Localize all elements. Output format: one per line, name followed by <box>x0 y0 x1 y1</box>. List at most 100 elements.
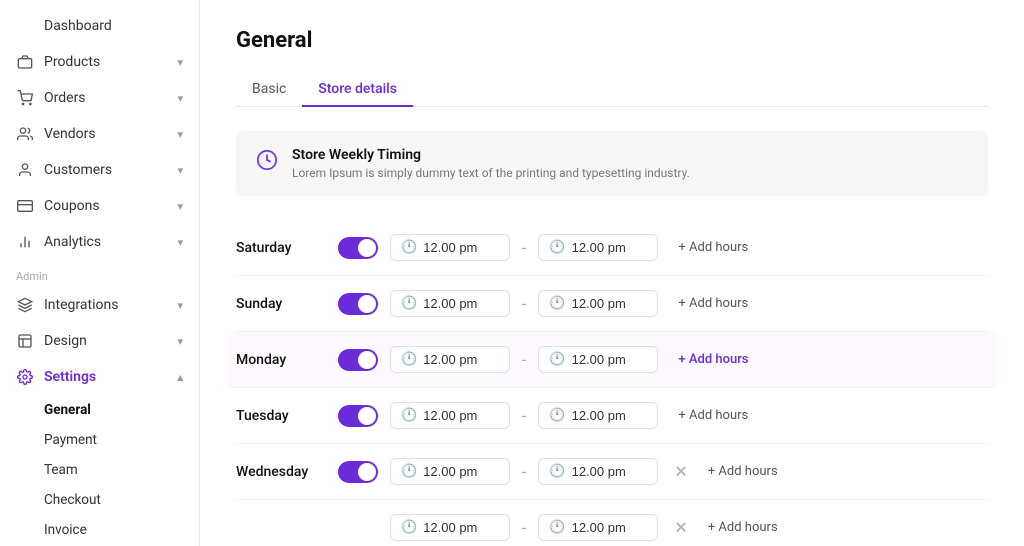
add-hours-monday[interactable]: + Add hours <box>678 352 748 367</box>
clock-icon: 🕛 <box>549 464 565 479</box>
clock-icon: 🕛 <box>401 352 417 367</box>
sidebar-item-label: Settings <box>44 369 96 385</box>
time-separator: - <box>522 350 526 369</box>
sidebar-item-products[interactable]: Products ▾ <box>0 44 199 80</box>
time-input-end[interactable] <box>572 352 632 367</box>
time-input-end[interactable] <box>572 520 632 535</box>
time-end-sunday-0[interactable]: 🕛 <box>538 290 658 317</box>
add-hours-tuesday[interactable]: + Add hours <box>678 408 748 423</box>
tab-basic[interactable]: Basic <box>236 73 302 107</box>
clock-icon: 🕛 <box>401 520 417 535</box>
time-start-sunday-0[interactable]: 🕛 <box>390 290 510 317</box>
analytics-icon <box>16 233 34 251</box>
sidebar-item-design[interactable]: Design ▾ <box>0 323 199 359</box>
sidebar-sub-payment[interactable]: Payment <box>0 425 199 455</box>
add-hours-sunday[interactable]: + Add hours <box>678 296 748 311</box>
sidebar-sub-general[interactable]: General <box>0 395 199 425</box>
tab-bar: Basic Store details <box>236 73 988 107</box>
sidebar-item-label: Dashboard <box>44 18 112 34</box>
time-input-end[interactable] <box>572 408 632 423</box>
time-start-wednesday-1[interactable]: 🕛 <box>390 514 510 541</box>
orders-icon <box>16 89 34 107</box>
chevron-down-icon: ▾ <box>177 335 183 348</box>
time-separator: - <box>522 462 526 481</box>
time-input-end[interactable] <box>572 464 632 479</box>
integrations-icon <box>16 296 34 314</box>
clock-card-icon <box>256 149 278 171</box>
toggle-wednesday[interactable] <box>338 461 378 483</box>
sidebar-sub-checkout[interactable]: Checkout <box>0 485 199 515</box>
toggle-tuesday[interactable] <box>338 405 378 427</box>
time-end-tuesday-0[interactable]: 🕛 <box>538 402 658 429</box>
products-icon <box>16 53 34 71</box>
toggle-sunday[interactable] <box>338 293 378 315</box>
remove-slot-wednesday-0[interactable]: ✕ <box>674 462 687 481</box>
schedule-row-saturday: Saturday 🕛 - 🕛 + Add hours <box>236 220 988 276</box>
time-start-monday-0[interactable]: 🕛 <box>390 346 510 373</box>
schedule-row-sunday: Sunday 🕛 - 🕛 + Add hours <box>236 276 988 332</box>
time-input-start[interactable] <box>423 352 483 367</box>
sidebar-item-label: Vendors <box>44 126 96 142</box>
time-input-start[interactable] <box>423 408 483 423</box>
time-input-end[interactable] <box>572 240 632 255</box>
toggle-saturday[interactable] <box>338 237 378 259</box>
sidebar-item-coupons[interactable]: Coupons ▾ <box>0 188 199 224</box>
schedule-table: Saturday 🕛 - 🕛 + Add hours Sunday 🕛 - <box>236 220 988 546</box>
clock-icon: 🕛 <box>549 296 565 311</box>
time-input-end[interactable] <box>572 296 632 311</box>
time-input-start[interactable] <box>423 464 483 479</box>
sidebar-item-integrations[interactable]: Integrations ▾ <box>0 287 199 323</box>
add-hours-saturday[interactable]: + Add hours <box>678 240 748 255</box>
toggle-monday[interactable] <box>338 349 378 371</box>
page-title: General <box>236 28 988 53</box>
time-start-tuesday-0[interactable]: 🕛 <box>390 402 510 429</box>
sub-item-label: Team <box>44 462 78 478</box>
sidebar-sub-invoice[interactable]: Invoice <box>0 515 199 545</box>
time-input-start[interactable] <box>423 296 483 311</box>
sidebar-sub-team[interactable]: Team <box>0 455 199 485</box>
time-start-saturday-0[interactable]: 🕛 <box>390 234 510 261</box>
time-separator: - <box>522 238 526 257</box>
settings-icon <box>16 368 34 386</box>
time-end-wednesday-1[interactable]: 🕛 <box>538 514 658 541</box>
day-label-wednesday: Wednesday <box>236 464 326 480</box>
sidebar-item-analytics[interactable]: Analytics ▾ <box>0 224 199 260</box>
time-start-wednesday-0[interactable]: 🕛 <box>390 458 510 485</box>
add-hours-wednesday[interactable]: + Add hours <box>708 464 778 479</box>
add-hours-wednesday-2[interactable]: + Add hours <box>708 520 778 535</box>
chevron-down-icon: ▾ <box>177 299 183 312</box>
remove-slot-wednesday-1[interactable]: ✕ <box>674 518 687 537</box>
sidebar-item-settings[interactable]: Settings ▴ <box>0 359 199 395</box>
sidebar-item-customers[interactable]: Customers ▾ <box>0 152 199 188</box>
sidebar-item-vendors[interactable]: Vendors ▾ <box>0 116 199 152</box>
time-input-start[interactable] <box>423 520 483 535</box>
sidebar-item-orders[interactable]: Orders ▾ <box>0 80 199 116</box>
time-end-wednesday-0[interactable]: 🕛 <box>538 458 658 485</box>
day-label-sunday: Sunday <box>236 296 326 312</box>
tab-store-details[interactable]: Store details <box>302 73 413 107</box>
dashboard-icon <box>16 17 34 35</box>
sub-item-label: Payment <box>44 432 97 448</box>
clock-icon: 🕛 <box>401 464 417 479</box>
chevron-down-icon: ▾ <box>177 92 183 105</box>
day-label-monday: Monday <box>236 352 326 368</box>
sub-item-label: Checkout <box>44 492 101 508</box>
sidebar-item-dashboard[interactable]: Dashboard <box>0 8 199 44</box>
time-separator: - <box>522 518 526 537</box>
chevron-down-icon: ▾ <box>177 128 183 141</box>
schedule-row-wednesday-2: 🕛 - 🕛 ✕ + Add hours <box>236 500 988 546</box>
chevron-up-icon: ▴ <box>177 371 183 384</box>
time-input-start[interactable] <box>423 240 483 255</box>
schedule-row-wednesday-1: Wednesday 🕛 - 🕛 ✕ + Add hours <box>236 444 988 500</box>
clock-icon: 🕛 <box>401 296 417 311</box>
time-end-monday-0[interactable]: 🕛 <box>538 346 658 373</box>
sub-item-label: General <box>44 402 91 418</box>
sidebar-item-label: Products <box>44 54 100 70</box>
clock-icon: 🕛 <box>549 352 565 367</box>
sidebar-item-label: Orders <box>44 90 86 106</box>
chevron-down-icon: ▾ <box>177 56 183 69</box>
time-end-saturday-0[interactable]: 🕛 <box>538 234 658 261</box>
sidebar-item-label: Integrations <box>44 297 118 313</box>
day-label-saturday: Saturday <box>236 240 326 256</box>
vendors-icon <box>16 125 34 143</box>
